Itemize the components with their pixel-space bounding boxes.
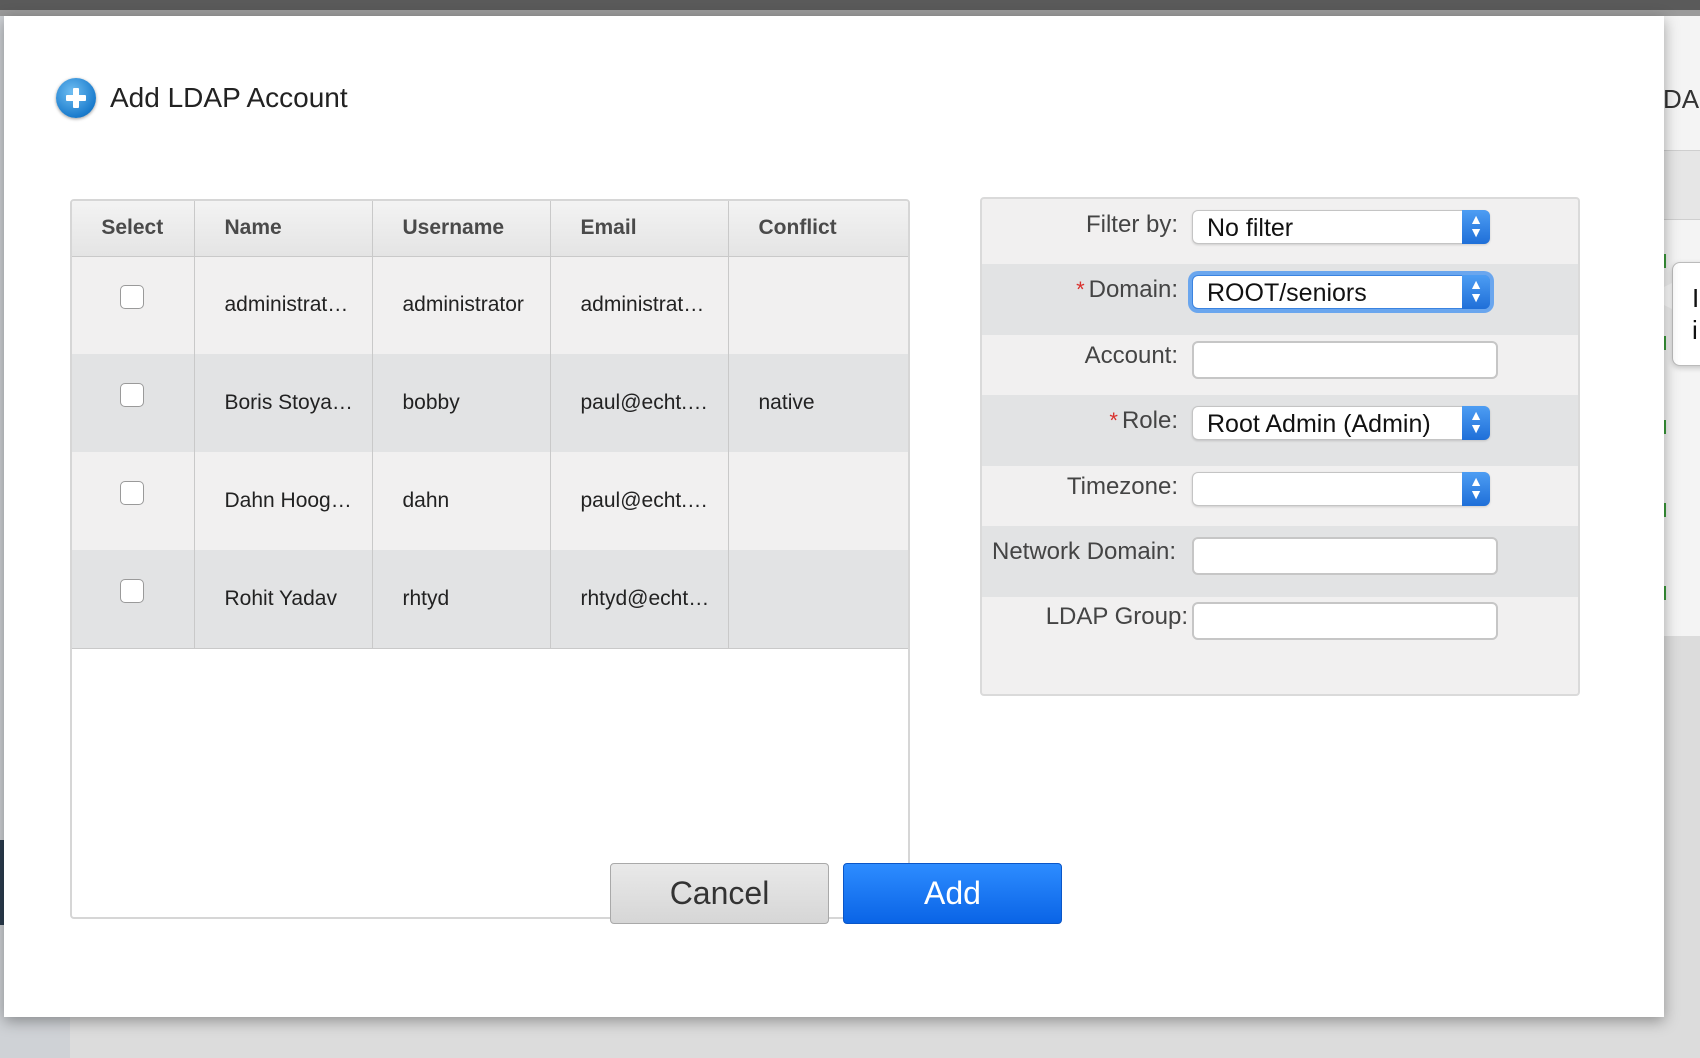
column-header-select[interactable]: Select	[72, 201, 195, 257]
network-domain-label: Network Domain:	[992, 538, 1177, 565]
required-marker: *	[1109, 408, 1118, 433]
cell-conflict	[728, 550, 908, 649]
cell-name: Rohit Yadav	[194, 550, 373, 649]
select-checkbox[interactable]	[120, 481, 145, 506]
network-domain-row: Network Domain:	[982, 526, 1578, 597]
cell-email: paul@echt.…	[550, 452, 729, 550]
role-value: Root Admin (Admin)	[1207, 410, 1431, 438]
column-header-username[interactable]: Username	[372, 201, 551, 257]
background-right-text: DAI	[1663, 84, 1700, 114]
filter-by-value: No filter	[1207, 214, 1294, 242]
cell-name: Boris Stoya…	[194, 354, 373, 452]
account-input[interactable]	[1192, 341, 1498, 379]
domain-label: Domain:	[1088, 276, 1178, 303]
chevron-up-down-icon: ▲ ▼	[1462, 406, 1490, 440]
domain-row: * Domain: ROOT/seniors ▲ ▼	[982, 264, 1578, 335]
background-tooltip-text: I i	[1692, 283, 1700, 345]
role-select[interactable]: Root Admin (Admin) ▲ ▼	[1192, 406, 1490, 440]
select-checkbox[interactable]	[120, 383, 145, 408]
table-row: administrat… administrator administrat…	[72, 256, 908, 354]
account-label: Account:	[1084, 342, 1178, 369]
cell-conflict: native	[728, 354, 908, 452]
required-marker: *	[1076, 277, 1085, 302]
filter-row: Filter by: No filter ▲ ▼	[982, 199, 1578, 270]
select-checkbox[interactable]	[120, 285, 145, 310]
cell-email: administrat…	[550, 256, 729, 354]
cell-username: administrator	[372, 256, 551, 354]
ldap-users-table: Select Name Username Email Conflict admi…	[70, 199, 910, 919]
add-button[interactable]: Add	[843, 863, 1062, 924]
column-header-conflict[interactable]: Conflict	[728, 201, 908, 257]
network-domain-input[interactable]	[1192, 537, 1498, 575]
select-checkbox[interactable]	[120, 578, 145, 603]
timezone-row: Timezone: ▲ ▼	[982, 461, 1578, 532]
add-circle-icon	[56, 78, 96, 118]
cell-email: paul@echt.…	[550, 354, 729, 452]
ldap-group-row: LDAP Group:	[982, 591, 1578, 662]
chevron-up-down-icon: ▲ ▼	[1462, 472, 1490, 506]
table-row: Dahn Hoog… dahn paul@echt.…	[72, 452, 908, 550]
cell-username: rhtyd	[372, 550, 551, 649]
dialog-title: Add LDAP Account	[110, 82, 348, 113]
cell-username: bobby	[372, 354, 551, 452]
column-header-email[interactable]: Email	[550, 201, 729, 257]
cell-conflict	[728, 452, 908, 550]
table-row: Rohit Yadav rhtyd rhtyd@echt…	[72, 550, 908, 649]
timezone-select[interactable]: ▲ ▼	[1192, 472, 1490, 506]
chevron-up-down-icon: ▲ ▼	[1462, 210, 1490, 244]
cell-conflict	[728, 256, 908, 354]
background-right-header	[1660, 150, 1700, 220]
filter-by-label: Filter by:	[1085, 211, 1178, 238]
ldap-group-label: LDAP Group:	[1045, 603, 1188, 630]
cell-username: dahn	[372, 452, 551, 550]
role-row: * Role: Root Admin (Admin) ▲ ▼	[982, 395, 1578, 466]
domain-select[interactable]: ROOT/seniors ▲ ▼	[1192, 275, 1490, 309]
account-row: Account:	[982, 330, 1578, 401]
filter-by-select[interactable]: No filter ▲ ▼	[1192, 210, 1490, 244]
cell-name: Dahn Hoog…	[194, 452, 373, 550]
account-settings-form: Filter by: No filter ▲ ▼ * Domain: ROOT/se…	[980, 197, 1580, 696]
add-ldap-account-dialog: Add LDAP Account Select Name Username Em…	[4, 16, 1664, 1017]
column-header-name[interactable]: Name	[194, 201, 373, 257]
cancel-button[interactable]: Cancel	[610, 863, 829, 924]
cell-name: administrat…	[194, 256, 373, 354]
ldap-group-input[interactable]	[1192, 602, 1498, 640]
timezone-label: Timezone:	[1066, 473, 1178, 500]
domain-value: ROOT/seniors	[1207, 279, 1367, 307]
chevron-up-down-icon: ▲ ▼	[1462, 275, 1490, 309]
cell-email: rhtyd@echt…	[550, 550, 729, 649]
table-row: Boris Stoya… bobby paul@echt.… native	[72, 354, 908, 452]
role-label: Role:	[1121, 407, 1178, 434]
